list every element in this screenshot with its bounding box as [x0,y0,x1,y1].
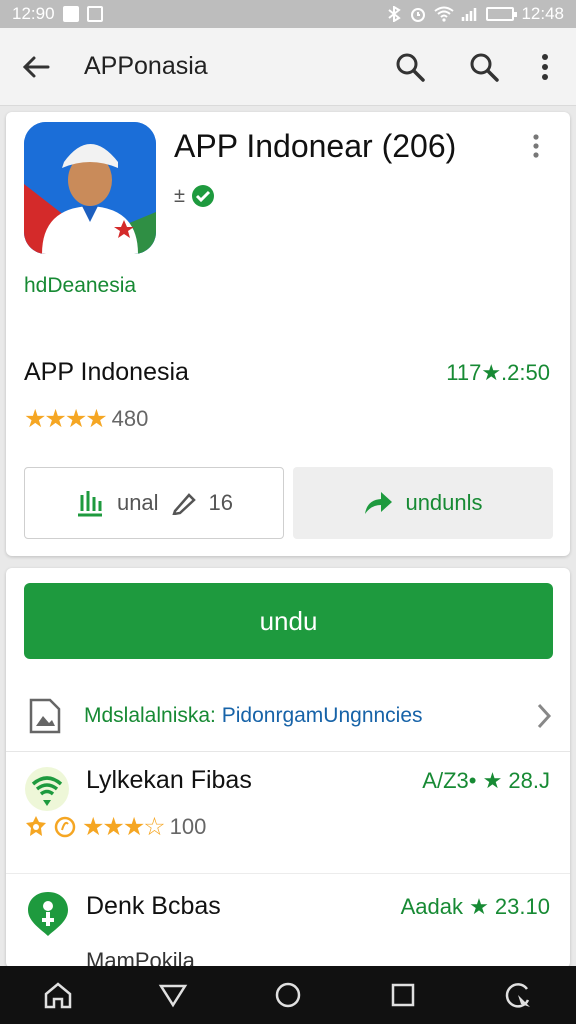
info-row[interactable]: Mdslalalniska: PidonrgamUngnncies [6,680,570,752]
alarm-icon [411,8,426,22]
nav-back-button[interactable] [145,970,201,1020]
signal-icon [462,8,477,21]
battery-icon [486,7,518,21]
developer-name[interactable]: hdDeanesia [24,274,136,298]
notification-icon [62,6,79,22]
bar-chart-icon [77,491,102,517]
search-button[interactable] [382,39,438,95]
stats-button-label: unal [116,490,159,515]
rating-row: ★★★★ 480 [24,404,148,434]
home-icon [44,982,71,1009]
share-button-label: undunls [405,490,483,515]
award-badge-icon [26,816,46,836]
list-item-name: Denk Bcbas [86,892,221,920]
status-bar: 12:90 12:48 [0,0,576,28]
share-arrow-icon [365,492,393,514]
overflow-menu-button[interactable] [530,39,560,95]
gallery-icon [86,6,103,22]
edit-pencil-icon [171,493,196,515]
search-icon [470,53,499,82]
details-card: undu Mdslalalniska: PidonrgamUngnncies L… [6,568,570,968]
info-text-part2: Pidonrgam [221,703,324,727]
nav-home-circle-button[interactable] [260,970,316,1020]
image-file-icon [29,698,61,733]
more-vert-icon [542,53,548,80]
status-time-right: 12:48 [521,4,564,23]
bluetooth-icon [388,6,402,22]
list-item-count: 100 [169,814,207,839]
assistant-icon [506,983,531,1008]
stats-button[interactable]: unal 16 [24,467,284,539]
square-recents-icon [391,983,415,1007]
chevron-right-icon [537,703,552,728]
list-item-partial: MamPokila [86,948,195,968]
share-button[interactable]: undunls [293,467,553,539]
wifi-app-icon [25,767,69,811]
status-time-left: 12:90 [12,4,55,23]
back-button[interactable] [16,47,56,87]
more-vert-icon [533,134,539,158]
app-bar: APPonasia [0,28,576,106]
info-text-part1: Mdslalalniska: [84,703,216,727]
info-text-part3: Ungnncies [323,703,423,727]
app-logo-icon [24,122,156,254]
wifi-icon [434,6,455,22]
badge-row: ± [174,184,215,208]
rating-summary: 117★.2:50 [446,360,550,385]
back-triangle-icon [158,984,188,1008]
app-header-card: hdDeanesia APP Indonear (206) ± APP Indo… [6,112,570,556]
list-item-stars: ★★★☆ [82,813,166,841]
verified-badge-icon [191,185,214,207]
review-count: 480 [111,406,149,431]
app-more-button[interactable] [532,134,552,162]
nav-home-button[interactable] [30,970,86,1020]
list-item-name: Lylkekan Fibas [86,766,252,794]
navigation-bar [0,966,576,1024]
app-title: APP Indonear (206) [174,128,457,164]
list-item-sub: ★★★☆ 100 [24,812,206,842]
list-item-rating: A/Z3• ★ 28.J [422,768,550,793]
install-button[interactable]: undu [24,583,553,659]
info-text: Mdslalalniska: PidonrgamUngnncies [84,704,423,728]
coin-icon [54,816,76,838]
stats-button-count: 16 [208,490,234,515]
nav-recents-button[interactable] [375,970,431,1020]
app-name: APP Indonesia [24,358,189,386]
circle-home-icon [275,982,301,1008]
list-item[interactable]: Lylkekan Fibas A/Z3• ★ 28.J ★★★☆ 100 [6,754,570,874]
app-bar-title: APPonasia [84,52,208,80]
app-icon[interactable] [24,122,156,254]
back-arrow-icon [22,56,50,77]
nav-assistant-button[interactable] [490,970,546,1020]
plus-minus-icon: ± [174,184,185,207]
search-button-2[interactable] [456,39,512,95]
rating-stars: ★★★★ [24,405,108,433]
search-icon [396,53,425,82]
list-item-rating: Aadak ★ 23.10 [400,894,550,919]
location-app-icon [28,892,68,936]
